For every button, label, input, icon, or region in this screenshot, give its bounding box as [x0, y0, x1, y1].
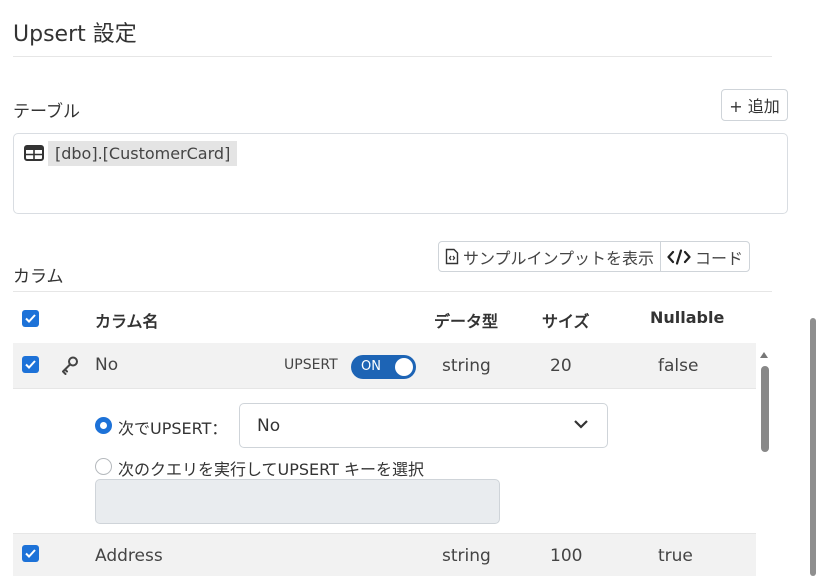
- toggle-state: ON: [361, 359, 381, 374]
- table-icon: [24, 145, 44, 161]
- table-scrollbar-thumb[interactable]: [761, 366, 769, 452]
- columns-toolbar: サンプルインプットを表示 コード: [438, 241, 751, 272]
- upsert-by-column-label: 次でUPSERT：: [118, 419, 228, 438]
- column-header-name: カラム名: [95, 312, 159, 331]
- row-checkbox[interactable]: [22, 356, 39, 373]
- row-column-name: No: [95, 355, 119, 375]
- table-list-box: [dbo].[CustomerCard]: [13, 133, 788, 214]
- row-size: 20: [550, 356, 572, 376]
- code-label: コード: [695, 248, 744, 268]
- row-divider: [13, 388, 756, 389]
- check-icon: [25, 549, 36, 558]
- upsert-by-query-radio[interactable]: [95, 458, 112, 475]
- row-data-type: string: [442, 356, 491, 376]
- sample-input-button[interactable]: サンプルインプットを表示: [439, 242, 660, 271]
- upsert-column-select[interactable]: No: [239, 403, 608, 448]
- row-nullable: true: [658, 546, 693, 566]
- row-column-name: Address: [95, 546, 163, 566]
- upsert-label: UPSERT: [284, 357, 338, 373]
- scroll-up-arrow[interactable]: [760, 352, 768, 358]
- row-data-type: string: [442, 546, 491, 566]
- title-divider: [13, 56, 772, 57]
- columns-divider: [13, 291, 772, 292]
- table-chip[interactable]: [dbo].[CustomerCard]: [24, 139, 238, 167]
- columns-section-label: カラム: [13, 267, 64, 287]
- column-header-nullable: Nullable: [650, 308, 725, 327]
- upsert-toggle[interactable]: ON: [351, 355, 416, 379]
- column-header-data-type: データ型: [434, 312, 499, 331]
- chevron-down-icon: [574, 420, 588, 429]
- row-nullable: false: [658, 356, 699, 376]
- upsert-column-selected: No: [257, 416, 281, 436]
- row-size: 100: [550, 546, 583, 566]
- table-name: [dbo].[CustomerCard]: [48, 140, 238, 166]
- toggle-knob: [395, 358, 413, 376]
- code-icon: [667, 248, 691, 265]
- page-scrollbar-thumb[interactable]: [810, 318, 816, 576]
- select-all-checkbox[interactable]: [22, 310, 39, 327]
- upsert-by-query-label: 次のクエリを実行してUPSERT キーを選択: [118, 460, 424, 479]
- add-table-button[interactable]: + 追加: [721, 89, 788, 121]
- upsert-by-column-radio[interactable]: [95, 417, 112, 434]
- page-title: Upsert 設定: [13, 22, 137, 47]
- row-checkbox[interactable]: [22, 545, 39, 562]
- check-icon: [25, 360, 36, 369]
- sample-input-label: サンプルインプットを表示: [463, 248, 655, 268]
- key-icon: [62, 356, 78, 375]
- tables-section-label: テーブル: [13, 102, 80, 122]
- upsert-query-input[interactable]: [95, 479, 500, 524]
- code-button[interactable]: コード: [660, 242, 749, 271]
- column-header-size: サイズ: [542, 312, 590, 331]
- file-code-icon: [445, 248, 459, 265]
- check-icon: [25, 314, 36, 323]
